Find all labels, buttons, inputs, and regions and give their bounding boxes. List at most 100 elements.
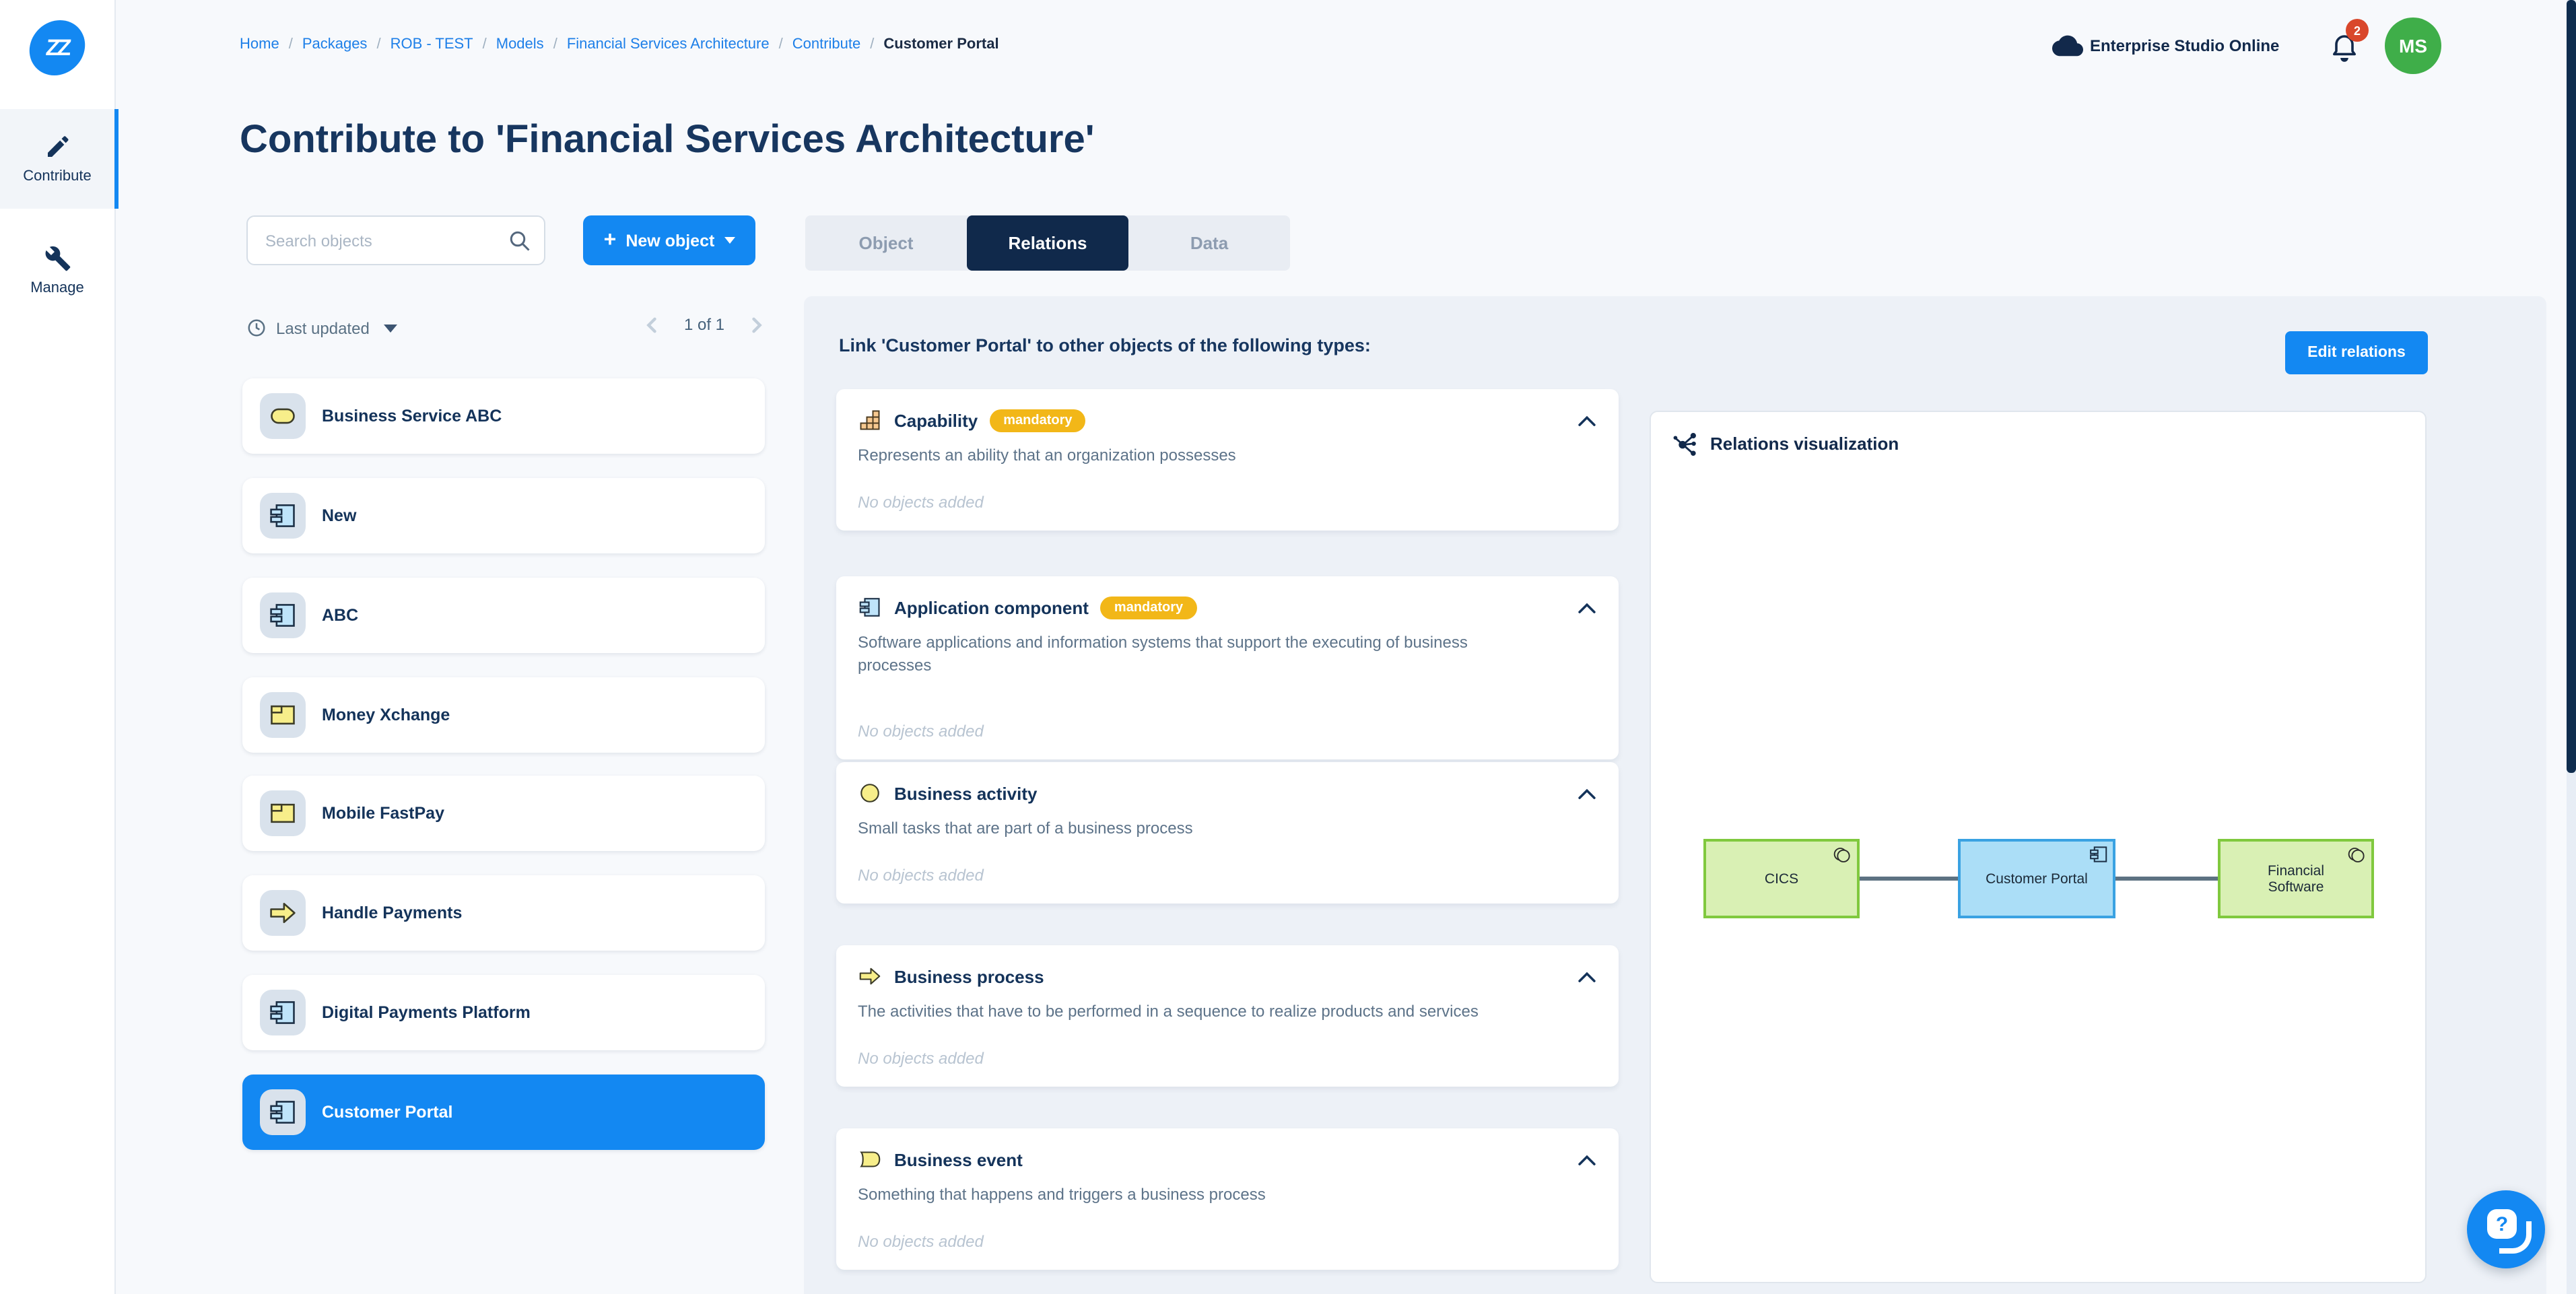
diagram-node-cics[interactable]: CICS bbox=[1703, 839, 1860, 918]
breadcrumb-rob-test[interactable]: ROB - TEST bbox=[391, 36, 473, 53]
sort-dropdown[interactable]: Last updated bbox=[246, 318, 398, 338]
product-icon bbox=[260, 790, 306, 836]
list-item-new[interactable]: New bbox=[242, 478, 765, 553]
relations-heading: Link 'Customer Portal' to other objects … bbox=[839, 335, 1371, 355]
chevron-down-icon bbox=[384, 324, 398, 332]
application-component-icon bbox=[260, 592, 306, 638]
sidebar-item-contribute[interactable]: Contribute bbox=[0, 109, 118, 209]
business-process-icon bbox=[858, 964, 882, 988]
list-item-business-service-abc[interactable]: Business Service ABC bbox=[242, 378, 765, 454]
prev-page-icon[interactable] bbox=[644, 316, 658, 333]
sidebar-item-label: Manage bbox=[30, 280, 84, 296]
type-card-business-event: Business event Something that happens an… bbox=[836, 1128, 1619, 1270]
help-icon: ? bbox=[2486, 1209, 2526, 1250]
new-object-label: New object bbox=[625, 231, 714, 250]
app-logo[interactable]: ZZ bbox=[27, 20, 88, 75]
sidebar: ZZ Contribute Manage bbox=[0, 0, 116, 1294]
type-card-business-activity: Business activity Small tasks that are p… bbox=[836, 762, 1619, 904]
relation-edge bbox=[2115, 877, 2218, 881]
application-component-icon bbox=[858, 595, 882, 619]
sidebar-item-manage[interactable]: Manage bbox=[0, 236, 114, 306]
pencil-icon bbox=[44, 133, 71, 160]
chevron-up-icon[interactable] bbox=[1577, 969, 1597, 984]
business-event-icon bbox=[858, 1147, 882, 1171]
type-description: Something that happens and triggers a bu… bbox=[858, 1184, 1545, 1206]
chevron-down-icon bbox=[724, 237, 735, 244]
type-name: Business process bbox=[894, 966, 1044, 986]
empty-state-text: No objects added bbox=[858, 1232, 984, 1251]
edit-relations-button[interactable]: Edit relations bbox=[2285, 331, 2428, 374]
type-name: Business activity bbox=[894, 783, 1037, 803]
breadcrumb-contribute[interactable]: Contribute bbox=[792, 36, 861, 53]
type-description: Small tasks that are part of a business … bbox=[858, 817, 1545, 840]
capability-icon bbox=[858, 408, 882, 432]
sort-label: Last updated bbox=[276, 318, 370, 337]
list-item-label: Customer Portal bbox=[322, 1103, 453, 1122]
type-description: Represents an ability that an organizati… bbox=[858, 444, 1545, 467]
new-object-button[interactable]: + New object bbox=[583, 215, 755, 265]
diagram-node-financial-software[interactable]: Financial Software bbox=[2218, 839, 2374, 918]
search-icon[interactable] bbox=[508, 229, 532, 253]
breadcrumb-separator: / bbox=[289, 36, 293, 53]
type-card-application-component: Application component mandatory Software… bbox=[836, 576, 1619, 759]
scrollbar-thumb[interactable] bbox=[2567, 0, 2576, 773]
page-scrollbar[interactable] bbox=[2567, 0, 2576, 1294]
mandatory-badge: mandatory bbox=[1101, 596, 1196, 619]
page-indicator: 1 of 1 bbox=[684, 315, 724, 334]
breadcrumb-home[interactable]: Home bbox=[240, 36, 279, 53]
list-item-label: Mobile FastPay bbox=[322, 804, 444, 823]
empty-state-text: No objects added bbox=[858, 722, 984, 741]
clock-icon bbox=[246, 318, 267, 338]
next-page-icon[interactable] bbox=[750, 316, 765, 333]
chevron-up-icon[interactable] bbox=[1577, 600, 1597, 615]
chevron-up-icon[interactable] bbox=[1577, 413, 1597, 428]
system-software-icon bbox=[2346, 844, 2367, 866]
node-label: CICS bbox=[1765, 871, 1798, 887]
system-software-icon bbox=[1831, 844, 1853, 866]
type-name: Business event bbox=[894, 1149, 1023, 1169]
empty-state-text: No objects added bbox=[858, 493, 984, 512]
type-card-business-process: Business process The activities that hav… bbox=[836, 945, 1619, 1087]
cloud-icon bbox=[2052, 34, 2083, 57]
list-item-label: Money Xchange bbox=[322, 706, 450, 724]
avatar[interactable]: MS bbox=[2385, 18, 2441, 74]
chevron-up-icon[interactable] bbox=[1577, 786, 1597, 801]
page-title: Contribute to 'Financial Services Archit… bbox=[240, 118, 1095, 163]
type-card-capability: Capability mandatory Represents an abili… bbox=[836, 389, 1619, 531]
list-item-money-xchange[interactable]: Money Xchange bbox=[242, 677, 765, 753]
business-service-icon bbox=[260, 393, 306, 439]
breadcrumb-financial-services-architecture[interactable]: Financial Services Architecture bbox=[567, 36, 770, 53]
list-item-abc[interactable]: ABC bbox=[242, 578, 765, 653]
list-item-label: Digital Payments Platform bbox=[322, 1003, 531, 1022]
chevron-up-icon[interactable] bbox=[1577, 1152, 1597, 1167]
empty-state-text: No objects added bbox=[858, 1049, 984, 1068]
list-item-label: Business Service ABC bbox=[322, 407, 502, 425]
breadcrumb-separator: / bbox=[483, 36, 487, 53]
pagination: 1 of 1 bbox=[644, 315, 765, 334]
list-item-mobile-fastpay[interactable]: Mobile FastPay bbox=[242, 776, 765, 851]
mandatory-badge: mandatory bbox=[990, 409, 1085, 432]
breadcrumb-separator: / bbox=[870, 36, 874, 53]
breadcrumb-packages[interactable]: Packages bbox=[302, 36, 368, 53]
node-label: Customer Portal bbox=[1986, 871, 2088, 887]
help-chat-button[interactable]: ? bbox=[2467, 1190, 2545, 1268]
tab-object[interactable]: Object bbox=[805, 215, 967, 271]
tab-relations[interactable]: Relations bbox=[967, 215, 1128, 271]
application-component-icon bbox=[260, 493, 306, 539]
business-activity-icon bbox=[858, 781, 882, 805]
notification-badge: 2 bbox=[2346, 19, 2369, 42]
list-item-handle-payments[interactable]: Handle Payments bbox=[242, 875, 765, 951]
empty-state-text: No objects added bbox=[858, 866, 984, 885]
breadcrumb-separator: / bbox=[376, 36, 380, 53]
type-description: Software applications and information sy… bbox=[858, 632, 1545, 677]
type-description: The activities that have to be performed… bbox=[858, 1000, 1545, 1023]
relations-visualization-card: Relations visualization CICS Customer Po… bbox=[1650, 411, 2427, 1283]
search-box bbox=[246, 215, 545, 265]
list-item-customer-portal[interactable]: Customer Portal bbox=[242, 1075, 765, 1150]
list-item-digital-payments-platform[interactable]: Digital Payments Platform bbox=[242, 975, 765, 1050]
product-icon bbox=[260, 692, 306, 738]
diagram-node-customer-portal[interactable]: Customer Portal bbox=[1958, 839, 2115, 918]
tab-data[interactable]: Data bbox=[1128, 215, 1290, 271]
breadcrumb-models[interactable]: Models bbox=[496, 36, 544, 53]
search-input[interactable] bbox=[263, 217, 510, 264]
